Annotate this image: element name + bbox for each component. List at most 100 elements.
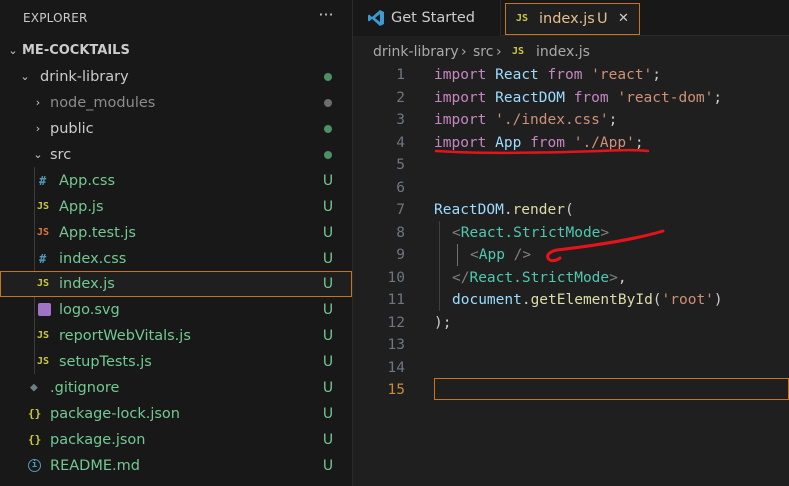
identifier-token: React — [495, 67, 539, 83]
line-number: 3 — [396, 112, 405, 128]
line-number: 14 — [387, 359, 405, 376]
tree-folder-node-modules[interactable]: › node_modules — [0, 90, 352, 116]
js-test-file-icon: JS — [37, 227, 50, 238]
function-token: getElementById — [530, 292, 653, 308]
tree-file-app-js[interactable]: JS App.js U — [0, 194, 352, 220]
tree-item-label: src — [50, 147, 72, 163]
code-line: <React.StrictMode> — [452, 222, 609, 245]
svg-file-icon — [38, 303, 51, 316]
chevron-down-icon: ⌄ — [8, 44, 18, 57]
punctuation-token: /> — [513, 247, 532, 263]
chevron-down-icon: ⌄ — [33, 148, 43, 161]
line-number: 13 — [387, 337, 405, 353]
tree-item-label: public — [50, 121, 94, 137]
breadcrumb-item[interactable]: index.js — [536, 40, 590, 64]
code-line: import './index.css'; — [434, 109, 617, 132]
line-number: 10 — [387, 269, 405, 286]
tree-folder-drink-library[interactable]: ⌄ drink-library — [0, 64, 352, 90]
breadcrumb: drink-library › src › JS index.js — [353, 40, 789, 64]
punctuation-token: . — [503, 202, 513, 218]
tree-item-label: App.js — [59, 199, 104, 215]
indent-guide — [457, 244, 458, 266]
js-file-icon: JS — [37, 278, 50, 289]
tree-folder-me-cocktails[interactable]: ⌄ ME-COCKTAILS — [0, 38, 352, 64]
tab-index-js[interactable]: JS index.js U ✕ — [505, 3, 640, 35]
close-icon[interactable]: ✕ — [618, 4, 629, 34]
tab-label: Get Started — [391, 10, 475, 26]
punctuation-token: ) — [713, 292, 723, 308]
tree-item-label: index.css — [59, 251, 127, 267]
explorer-sidebar: EXPLORER ··· ⌄ ME-COCKTAILS ⌄ drink-libr… — [0, 0, 353, 486]
identifier-token: App — [495, 134, 522, 151]
tree-folder-src[interactable]: ⌄ src — [0, 142, 352, 168]
info-icon: i — [28, 459, 41, 472]
punctuation-token: ); — [434, 314, 452, 331]
tree-file-setuptests-js[interactable]: JS setupTests.js U — [0, 349, 352, 375]
tab-status: U — [597, 11, 608, 27]
code-line: </React.StrictMode>, — [452, 267, 627, 290]
keyword-token: import — [434, 112, 487, 128]
json-file-icon: {} — [28, 407, 42, 420]
tree-folder-public[interactable]: › public — [0, 116, 352, 142]
line-number: 8 — [396, 224, 405, 241]
keyword-token: from — [573, 89, 609, 106]
modified-dot-icon — [324, 73, 332, 81]
more-actions-button[interactable]: ··· — [314, 4, 338, 28]
punctuation-token: > — [609, 269, 618, 286]
string-token: 'react-dom' — [617, 89, 714, 106]
js-file-icon: JS — [512, 46, 525, 57]
code-line: import App from './App'; — [434, 132, 644, 155]
untracked-status: U — [322, 432, 334, 448]
css-file-icon: # — [39, 252, 47, 266]
untracked-status: U — [322, 173, 334, 189]
tree-file-logo-svg[interactable]: logo.svg U — [0, 297, 352, 323]
tree-item-label: node_modules — [50, 95, 156, 111]
untracked-status: U — [322, 458, 334, 474]
tree-file-index-js[interactable]: JS index.js U — [0, 271, 352, 297]
js-file-icon: JS — [516, 13, 529, 24]
code-line: document.getElementById('root') — [452, 289, 723, 312]
punctuation-token: ; — [652, 67, 662, 83]
untracked-status: U — [322, 380, 334, 396]
string-token: 'root' — [661, 292, 714, 308]
tree-file-package-json[interactable]: {} package.json U — [0, 427, 352, 453]
tree-file-readme-md[interactable]: i README.md U — [0, 453, 352, 479]
tree-file-gitignore[interactable]: ◆ .gitignore U — [0, 375, 352, 401]
code-editor[interactable]: 1 2 3 4 5 6 7 8 9 10 11 12 13 14 15 impo… — [353, 64, 789, 486]
tab-bar: Get Started JS index.js U ✕ — [353, 0, 789, 36]
code-line: import ReactDOM from 'react-dom'; — [434, 87, 722, 110]
tree-file-reportwebvitals-js[interactable]: JS reportWebVitals.js U — [0, 323, 352, 349]
string-token: 'react' — [591, 67, 653, 83]
git-diamond-icon: ◆ — [30, 380, 38, 395]
line-number: 7 — [396, 202, 405, 218]
function-token: render — [512, 202, 565, 218]
breadcrumb-item[interactable]: drink-library — [373, 40, 459, 64]
line-number-active: 15 — [387, 382, 405, 398]
untracked-status: U — [322, 354, 334, 370]
chevron-right-icon: › — [461, 44, 467, 60]
indent-guide — [439, 221, 440, 311]
line-number: 5 — [396, 157, 405, 173]
string-token: './index.css' — [495, 112, 609, 128]
punctuation-token: < — [470, 247, 479, 263]
string-token: './App' — [573, 134, 635, 151]
tree-file-package-lock-json[interactable]: {} package-lock.json U — [0, 401, 352, 427]
chevron-right-icon: › — [35, 96, 41, 109]
breadcrumb-item[interactable]: src — [473, 40, 493, 64]
punctuation-token: . — [521, 292, 531, 308]
keyword-token: import — [434, 89, 487, 106]
explorer-header: EXPLORER ··· — [0, 0, 353, 36]
tree-file-app-test-js[interactable]: JS App.test.js U — [0, 220, 352, 246]
json-file-icon: {} — [28, 433, 42, 446]
tree-file-index-css[interactable]: # index.css U — [0, 246, 352, 272]
tree-file-app-css[interactable]: # App.css U — [0, 168, 352, 194]
code-line: import React from 'react'; — [434, 64, 661, 87]
tree-item-label: ME-COCKTAILS — [22, 43, 130, 58]
tree-item-label: App.test.js — [59, 225, 136, 241]
punctuation-token: ; — [608, 112, 618, 128]
modified-dot-icon — [324, 125, 332, 133]
tag-token: App — [478, 247, 505, 263]
tree-item-label: package.json — [50, 432, 146, 448]
tag-token: React.StrictMode — [469, 269, 610, 286]
tab-get-started[interactable]: Get Started — [353, 0, 501, 36]
